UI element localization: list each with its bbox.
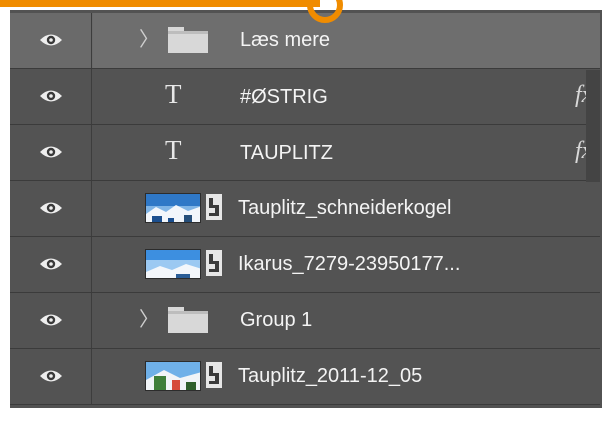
expand-chevron-icon[interactable]: 〉 (139, 307, 159, 331)
eye-icon (40, 258, 62, 270)
layer-row-content[interactable]: Tauplitz_schneiderkogel (93, 181, 600, 236)
visibility-toggle[interactable] (10, 13, 92, 68)
layer-row-content[interactable]: T #ØSTRIG fx (93, 69, 600, 124)
visibility-toggle[interactable] (10, 349, 92, 404)
layer-row-tauplitz[interactable]: T TAUPLITZ fx (10, 125, 600, 181)
layer-thumbnail (145, 193, 201, 223)
visibility-toggle[interactable] (10, 181, 92, 236)
layer-row-content[interactable]: 〉 Læs mere (93, 13, 600, 68)
eye-icon (40, 34, 62, 46)
annotation-line (0, 0, 320, 7)
layer-name: Læs mere (240, 29, 331, 51)
layer-row-ikarus[interactable]: Ikarus_7279-23950177... (10, 237, 600, 293)
eye-icon (40, 314, 62, 326)
visibility-toggle[interactable] (10, 125, 92, 180)
layer-row-oestrig[interactable]: T #ØSTRIG fx (10, 69, 600, 125)
layer-row-tauplitz-2011[interactable]: Tauplitz_2011-12_05 (10, 349, 600, 405)
expand-chevron-icon[interactable]: 〉 (139, 27, 159, 51)
layer-row-content[interactable]: Tauplitz_2011-12_05 (93, 349, 600, 404)
smart-object-icon (206, 194, 222, 220)
visibility-toggle[interactable] (10, 237, 92, 292)
eye-icon (40, 370, 62, 382)
visibility-toggle[interactable] (10, 69, 92, 124)
layer-row-content[interactable]: T TAUPLITZ fx (93, 125, 600, 180)
eye-icon (40, 146, 62, 158)
layer-row-laes-mere[interactable]: 〉 Læs mere (10, 13, 600, 69)
layer-thumbnail (145, 361, 201, 391)
layer-name: Group 1 (240, 309, 313, 331)
folder-icon (168, 27, 208, 53)
layer-row-content[interactable]: Ikarus_7279-23950177... (93, 237, 600, 292)
layer-thumbnail (145, 249, 201, 279)
layer-row-content[interactable]: 〉 Group 1 (93, 293, 600, 348)
layer-name: TAUPLITZ (240, 142, 333, 164)
smart-object-icon (206, 362, 222, 388)
text-layer-icon: T (165, 79, 182, 109)
layer-name: #ØSTRIG (240, 86, 328, 108)
layer-row-group-1[interactable]: 〉 Group 1 (10, 293, 600, 349)
text-layer-icon: T (165, 135, 182, 165)
layer-name: Tauplitz_2011-12_05 (238, 365, 423, 387)
layer-row-tauplitz-schneiderkogel[interactable]: Tauplitz_schneiderkogel (10, 181, 600, 237)
smart-object-icon (206, 250, 222, 276)
folder-icon (168, 307, 208, 333)
layers-panel: 〉 Læs mere T #ØSTRIG fx T TAUPLITZ fx Ta… (10, 10, 602, 408)
eye-icon (40, 202, 62, 214)
eye-icon (40, 90, 62, 102)
visibility-toggle[interactable] (10, 293, 92, 348)
scrollbar[interactable] (586, 70, 600, 182)
layers-list: 〉 Læs mere T #ØSTRIG fx T TAUPLITZ fx Ta… (10, 13, 600, 405)
layer-name: Tauplitz_schneiderkogel (238, 197, 452, 219)
layer-name: Ikarus_7279-23950177... (238, 253, 461, 275)
